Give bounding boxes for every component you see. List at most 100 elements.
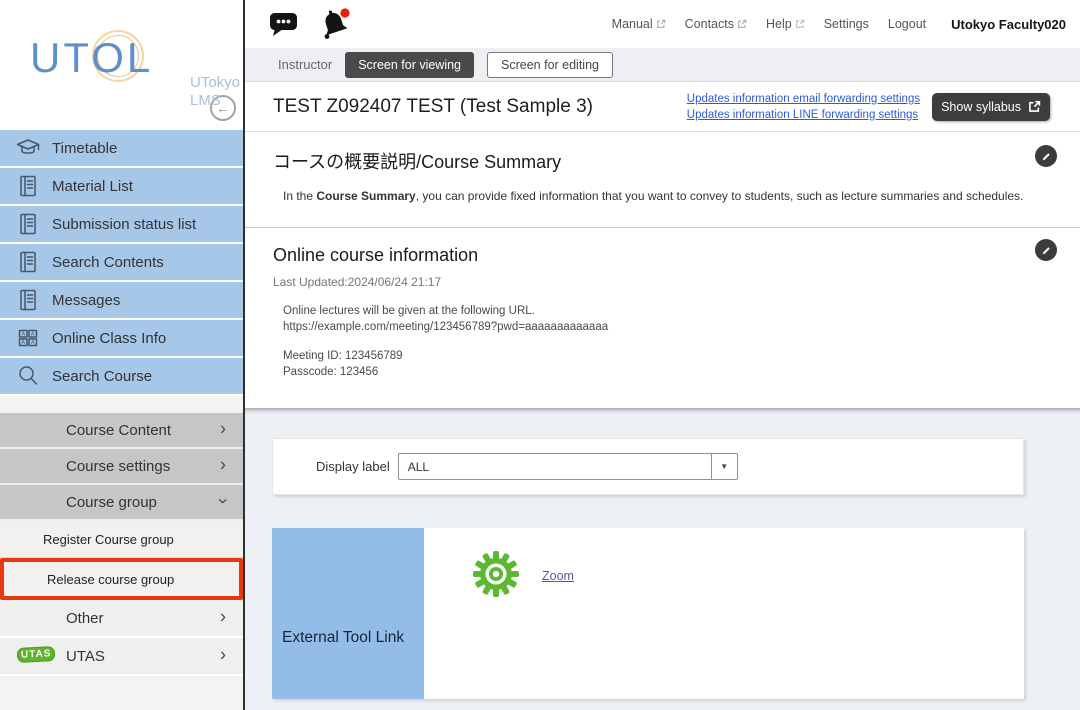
sidebar-item-course-group[interactable]: Course group ›	[0, 485, 243, 521]
external-link-icon	[795, 19, 805, 29]
email-forwarding-settings-link[interactable]: Updates information email forwarding set…	[687, 93, 920, 105]
topbar-links: Manual Contacts Help Settings Logout Uto…	[612, 0, 1066, 48]
course-summary-section: コースの概要説明/Course Summary In the Course Su…	[245, 132, 1080, 228]
chevron-down-icon: ›	[213, 498, 234, 504]
class-grid-icon: A A A A	[15, 325, 41, 351]
sidebar-logo-area: UTOL UTokyo LMS ←	[0, 0, 243, 130]
screen-mode-bar: Instructor Screen for viewing Screen for…	[245, 48, 1080, 82]
screen-for-viewing-button[interactable]: Screen for viewing	[345, 52, 474, 78]
sidebar-item-search-course[interactable]: Search Course	[0, 358, 243, 396]
sidebar-item-label: Messages	[52, 292, 120, 309]
sidebar-item-course-settings[interactable]: Course settings ›	[0, 449, 243, 485]
gear-icon	[472, 550, 520, 598]
zoom-tool-link[interactable]: Zoom	[542, 569, 574, 583]
utol-lms-app: UTOL UTokyo LMS ← Timetable	[0, 0, 1080, 710]
sidebar-item-timetable[interactable]: Timetable	[0, 130, 243, 168]
svg-text:A: A	[31, 332, 35, 338]
document-icon	[15, 173, 41, 199]
sidebar-item-label: Online Class Info	[52, 330, 166, 347]
svg-text:A: A	[31, 340, 35, 346]
forwarding-links: Updates information email forwarding set…	[687, 93, 920, 121]
logout-link[interactable]: Logout	[888, 17, 926, 31]
external-link-icon	[656, 19, 666, 29]
sidebar-item-label: Release course group	[47, 572, 174, 587]
document-icon	[15, 287, 41, 313]
document-icon	[15, 249, 41, 275]
sidebar-item-label: Other	[66, 610, 104, 627]
chevron-right-icon: ›	[220, 418, 226, 439]
sidebar-item-release-course-group[interactable]: Release course group	[0, 558, 243, 600]
external-tool-link-panel: External Tool Link	[272, 528, 424, 699]
sidebar-item-course-content[interactable]: Course Content ›	[0, 413, 243, 449]
online-course-info-section: Online course information Last Updated:2…	[245, 228, 1080, 408]
pencil-icon	[1040, 150, 1053, 163]
external-link-icon	[1028, 100, 1041, 113]
passcode: Passcode: 123456	[283, 364, 1080, 380]
chevron-right-icon: ›	[220, 644, 226, 665]
external-tool-link-row: External Tool Link	[272, 528, 1024, 699]
display-label-select[interactable]: ALL ▼	[398, 453, 738, 480]
sidebar-item-label: Course group	[66, 494, 157, 511]
meeting-url: https://example.com/meeting/123456789?pw…	[283, 319, 1080, 335]
svg-text:A: A	[21, 332, 25, 338]
online-info-body: Online lectures will be given at the fol…	[283, 303, 1080, 380]
course-summary-heading: コースの概要説明/Course Summary	[273, 132, 1080, 174]
sidebar-item-label: Material List	[52, 178, 133, 195]
sidebar-divider	[0, 396, 243, 413]
sidebar-item-material-list[interactable]: Material List	[0, 168, 243, 206]
sidebar-item-label: Search Contents	[52, 254, 164, 271]
sidebar-item-label: Submission status list	[52, 216, 196, 233]
sidebar-item-label: UTAS	[66, 648, 105, 665]
chat-bubble-icon	[269, 11, 299, 38]
online-info-heading: Online course information	[273, 228, 1080, 266]
course-title-bar: TEST Z092407 TEST (Test Sample 3) Update…	[245, 82, 1080, 132]
show-syllabus-label: Show syllabus	[941, 100, 1021, 114]
show-syllabus-button[interactable]: Show syllabus	[932, 93, 1050, 121]
search-icon	[15, 363, 41, 389]
display-label-filter-card: Display label ALL ▼	[272, 438, 1024, 495]
topbar: Manual Contacts Help Settings Logout Uto…	[245, 0, 1080, 48]
dropdown-arrow-icon: ▼	[711, 454, 737, 479]
pencil-icon	[1040, 244, 1053, 257]
sidebar-item-label: Course settings	[66, 458, 170, 475]
manual-link[interactable]: Manual	[612, 17, 666, 31]
sidebar-item-search-contents[interactable]: Search Contents	[0, 244, 243, 282]
last-updated-label: Last Updated:2024/06/24 21:17	[273, 275, 1080, 289]
role-label: Instructor	[278, 57, 332, 72]
username-label: Utokyo Faculty020	[951, 17, 1066, 32]
edit-online-info-button[interactable]	[1035, 239, 1057, 261]
content-list-area: Display label ALL ▼ External Tool Link	[245, 408, 1080, 710]
messages-bubble-button[interactable]	[269, 11, 299, 43]
sidebar-item-label: Register Course group	[43, 532, 174, 547]
utas-logo-icon: UTAS	[17, 646, 56, 663]
chevron-right-icon: ›	[220, 606, 226, 627]
sidebar-item-other[interactable]: Other ›	[0, 600, 243, 638]
notification-dot	[340, 8, 349, 17]
sidebar-item-register-course-group[interactable]: Register Course group	[0, 521, 243, 558]
sidebar-item-online-class-info[interactable]: A A A A Online Class Info	[0, 320, 243, 358]
display-label-text: Display label	[316, 459, 390, 474]
notifications-bell-button[interactable]	[317, 7, 353, 46]
bell-icon	[317, 7, 353, 41]
edit-course-summary-button[interactable]	[1035, 145, 1057, 167]
screen-for-editing-button[interactable]: Screen for editing	[487, 52, 613, 78]
select-value: ALL	[399, 460, 711, 474]
document-icon	[15, 211, 41, 237]
sidebar-item-messages[interactable]: Messages	[0, 282, 243, 320]
help-link[interactable]: Help	[766, 17, 805, 31]
contacts-link[interactable]: Contacts	[685, 17, 747, 31]
graduation-cap-icon	[15, 135, 41, 161]
course-summary-text: In the Course Summary, you can provide f…	[283, 189, 1080, 203]
external-link-icon	[737, 19, 747, 29]
svg-text:A: A	[21, 340, 25, 346]
logo-title: UTOL	[30, 34, 153, 81]
sidebar-item-utas[interactable]: UTAS UTAS ›	[0, 638, 243, 676]
chevron-right-icon: ›	[220, 454, 226, 475]
line-forwarding-settings-link[interactable]: Updates information LINE forwarding sett…	[687, 109, 918, 121]
meeting-id: Meeting ID: 123456789	[283, 348, 1080, 364]
utol-logo[interactable]: UTOL UTokyo LMS	[30, 34, 153, 82]
settings-link[interactable]: Settings	[824, 17, 869, 31]
logo-subtitle: UTokyo LMS	[190, 74, 240, 110]
page-title: TEST Z092407 TEST (Test Sample 3)	[273, 96, 593, 118]
sidebar-item-submission-status[interactable]: Submission status list	[0, 206, 243, 244]
